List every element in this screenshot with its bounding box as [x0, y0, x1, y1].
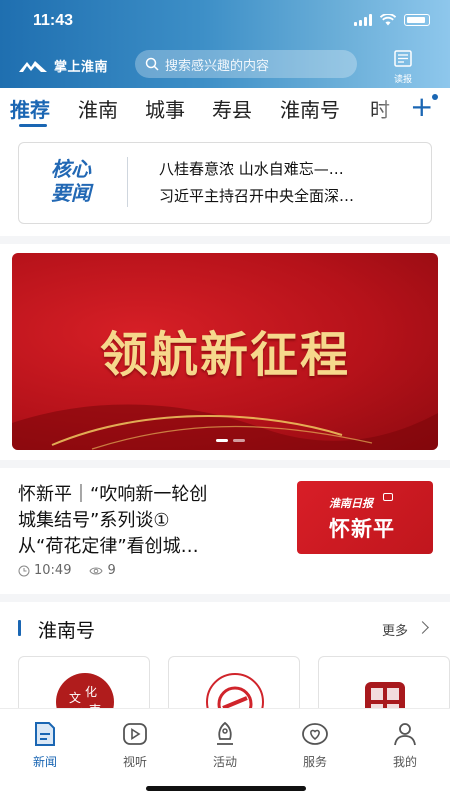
- nav-service-label: 服务: [302, 755, 327, 769]
- core-news-tag: 核心 要闻: [41, 157, 101, 205]
- signal-icon: [354, 14, 372, 26]
- read-paper-label: 读报: [393, 75, 412, 85]
- news-title-line: 从“荷花定律”看创城…: [18, 536, 199, 557]
- huainan-hao-section: 淮南号 更多 文化淮南: [0, 602, 450, 708]
- heart-icon: [302, 723, 328, 745]
- home-indicator: [146, 786, 306, 791]
- core-news-item[interactable]: 八桂春意浓 山水自难忘—…: [159, 158, 419, 179]
- nav-profile[interactable]: 我的: [370, 721, 440, 770]
- divider: [127, 157, 128, 207]
- news-views: 9: [107, 563, 116, 578]
- core-news-block: 核心 要闻 八桂春意浓 山水自难忘—… 习近平主持召开中央全面深…: [0, 128, 450, 236]
- core-news-card: 核心 要闻 八桂春意浓 山水自难忘—… 习近平主持召开中央全面深…: [18, 142, 432, 224]
- news-thumbnail[interactable]: 淮南日报 怀新平: [297, 481, 433, 554]
- tab-huainan-hao[interactable]: 淮南号: [280, 94, 340, 123]
- search-input[interactable]: 搜索感兴趣的内容: [135, 50, 357, 78]
- newspaper-icon: [394, 50, 412, 67]
- core-news-item[interactable]: 习近平主持召开中央全面深…: [159, 185, 419, 206]
- banner-title: 领航新征程: [99, 327, 350, 383]
- news-title-line: 城集结号”系列谈①: [18, 510, 170, 531]
- tab-fade: [370, 88, 410, 128]
- wifi-icon: [380, 14, 396, 26]
- nav-news-label: 新闻: [32, 755, 57, 769]
- chat-bubble-icon: [383, 493, 393, 501]
- battery-icon: [404, 14, 430, 26]
- account-card[interactable]: 文化淮南: [18, 656, 150, 708]
- thumbnail-title: 怀新平: [329, 517, 395, 541]
- section-title: 淮南号: [38, 620, 96, 642]
- channel-tabs: 推荐 淮南 城事 寿县 淮南号 时 +: [0, 88, 450, 128]
- search-placeholder: 搜索感兴趣的内容: [165, 58, 270, 74]
- thumbnail-masthead: 淮南日报: [329, 497, 373, 510]
- profile-icon: [394, 723, 416, 746]
- news-title-line: 怀新平｜“吹响新一轮创: [18, 484, 208, 505]
- core-news-tag-line1: 核心: [51, 157, 91, 181]
- core-news-item-text: 习近平主持召开中央全面深…: [159, 187, 355, 205]
- news-meta: 10:49 9: [18, 563, 116, 578]
- app-header: 11:43 掌上淮南 搜索感兴趣的内容 读报: [0, 0, 450, 88]
- section-accent-bar: [18, 620, 21, 636]
- activity-icon: [217, 721, 233, 745]
- news-icon: [35, 722, 55, 746]
- account-card[interactable]: [318, 656, 450, 708]
- account-logo-icon: 文化淮南: [56, 673, 114, 708]
- nav-profile-label: 我的: [392, 755, 417, 769]
- tab-shouxian[interactable]: 寿县: [212, 94, 252, 123]
- nav-video-label: 视听: [122, 755, 147, 769]
- svg-text:化: 化: [85, 685, 97, 699]
- svg-text:文: 文: [69, 690, 81, 705]
- banner-block: 领航新征程: [0, 244, 450, 460]
- carousel-dots: [216, 439, 245, 442]
- account-card[interactable]: [168, 656, 300, 708]
- search-icon: [145, 57, 159, 71]
- status-time: 11:43: [33, 12, 74, 29]
- news-feed[interactable]: 核心 要闻 八桂春意浓 山水自难忘—… 习近平主持召开中央全面深… 领航新征程: [0, 128, 450, 708]
- notification-dot: [432, 94, 438, 100]
- account-logo-icon: [206, 673, 264, 708]
- account-logo-icon: [365, 682, 405, 708]
- app-logo: 掌上淮南: [18, 56, 108, 75]
- chevron-right-icon[interactable]: [416, 621, 429, 634]
- add-channel-icon[interactable]: +: [410, 90, 433, 124]
- status-bar: 11:43: [0, 0, 450, 44]
- news-title: 怀新平｜“吹响新一轮创 城集结号”系列谈① 从“荷花定律”看创城…: [18, 482, 280, 560]
- logo-mountain-icon: [19, 60, 47, 72]
- play-icon: [123, 723, 147, 745]
- news-item[interactable]: 怀新平｜“吹响新一轮创 城集结号”系列谈① 从“荷花定律”看创城… 10:49 …: [0, 468, 450, 594]
- nav-activity-label: 活动: [212, 755, 237, 769]
- tab-huainan[interactable]: 淮南: [78, 94, 118, 123]
- banner-carousel[interactable]: 领航新征程: [12, 253, 438, 450]
- clock-icon: [18, 565, 30, 576]
- status-icons: [354, 14, 430, 26]
- active-tab-indicator: [19, 124, 47, 127]
- nav-news[interactable]: 新闻: [10, 721, 80, 770]
- nav-video[interactable]: 视听: [100, 721, 170, 770]
- tab-city[interactable]: 城事: [145, 94, 185, 123]
- app-name: 掌上淮南: [54, 60, 109, 75]
- core-news-tag-line2: 要闻: [51, 181, 91, 205]
- tab-recommend[interactable]: 推荐: [10, 94, 50, 123]
- more-link[interactable]: 更多: [382, 620, 408, 639]
- core-news-item-text: 八桂春意浓 山水自难忘—…: [159, 160, 344, 178]
- news-time: 10:49: [34, 563, 72, 578]
- eye-icon: [89, 567, 104, 574]
- nav-service[interactable]: 服务: [280, 721, 350, 770]
- read-paper-button[interactable]: 读报: [390, 50, 416, 85]
- nav-activity[interactable]: 活动: [190, 721, 260, 770]
